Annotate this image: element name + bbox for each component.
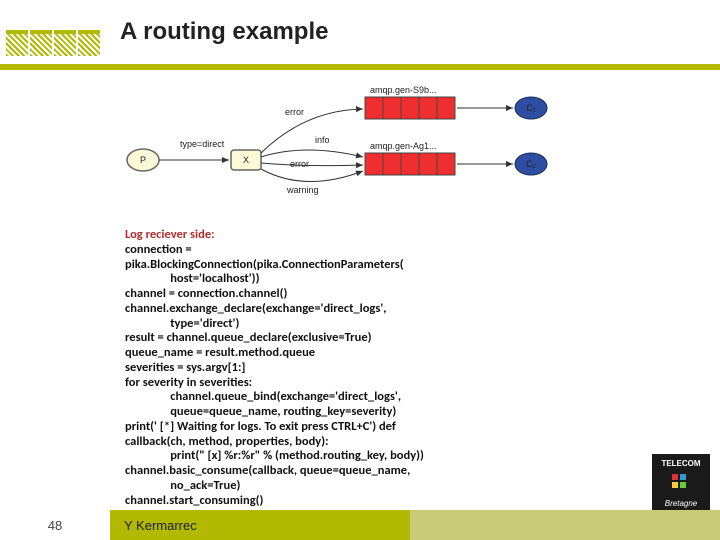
- code-line: print(" [x] %r:%r" % (method.routing_key…: [125, 449, 595, 464]
- code-block: Log reciever side: connection = pika.Blo…: [125, 228, 595, 508]
- slide: A routing example P type=direct X amqp.g…: [0, 0, 720, 540]
- code-heading: Log reciever side:: [125, 228, 595, 243]
- footer-author: Y Kermarrec: [110, 510, 410, 540]
- binding-info: info: [315, 135, 330, 145]
- code-line: severities = sys.argv[1:]: [125, 361, 595, 376]
- code-line: connection =: [125, 243, 595, 258]
- code-line: channel = connection.channel(): [125, 287, 595, 302]
- binding-error-top: error: [285, 107, 304, 117]
- code-line: channel.start_consuming(): [125, 494, 595, 509]
- corner-logo-area: [0, 0, 110, 64]
- code-line: callback(ch, method, properties, body):: [125, 435, 595, 450]
- queue2-icon: [365, 153, 455, 175]
- footer: 48 Y Kermarrec: [0, 510, 720, 540]
- code-line: channel.queue_bind(exchange='direct_logs…: [125, 390, 595, 405]
- queue1-name: amqp.gen-S9b...: [370, 85, 437, 95]
- producer-label: P: [140, 155, 146, 165]
- decor-pattern-icon: [6, 30, 102, 60]
- code-line: host='localhost')): [125, 272, 595, 287]
- code-line: type='direct'): [125, 317, 595, 332]
- binding-warning: warning: [286, 185, 319, 195]
- code-line: channel.basic_consume(callback, queue=qu…: [125, 464, 595, 479]
- code-line: queue_name = result.method.queue: [125, 346, 595, 361]
- type-label: type=direct: [180, 139, 225, 149]
- binding-error-mid: error: [290, 159, 309, 169]
- consumer1-label: C₁: [526, 103, 536, 113]
- svg-text:TELECOM: TELECOM: [661, 459, 700, 468]
- code-line: queue=queue_name, routing_key=severity): [125, 405, 595, 420]
- title-bar: A routing example: [0, 0, 720, 64]
- content-area: P type=direct X amqp.gen-S9b... amqp.gen…: [125, 75, 595, 508]
- code-line: pika.BlockingConnection(pika.ConnectionP…: [125, 258, 595, 273]
- queue1-icon: [365, 97, 455, 119]
- title-divider: [0, 64, 720, 70]
- queue2-name: amqp.gen-Ag1...: [370, 141, 437, 151]
- code-line: print(' [*] Waiting for logs. To exit pr…: [125, 420, 595, 435]
- routing-diagram: P type=direct X amqp.gen-S9b... amqp.gen…: [125, 75, 595, 215]
- code-line: for severity in severities:: [125, 376, 595, 391]
- exchange-label: X: [243, 155, 249, 165]
- svg-text:Bretagne: Bretagne: [665, 499, 698, 508]
- footer-fill: [410, 510, 720, 540]
- consumer2-label: C₂: [526, 159, 536, 169]
- code-line: result = channel.queue_declare(exclusive…: [125, 331, 595, 346]
- code-line: channel.exchange_declare(exchange='direc…: [125, 302, 595, 317]
- page-number: 48: [0, 510, 110, 540]
- slide-title: A routing example: [120, 18, 328, 46]
- code-line: no_ack=True): [125, 479, 595, 494]
